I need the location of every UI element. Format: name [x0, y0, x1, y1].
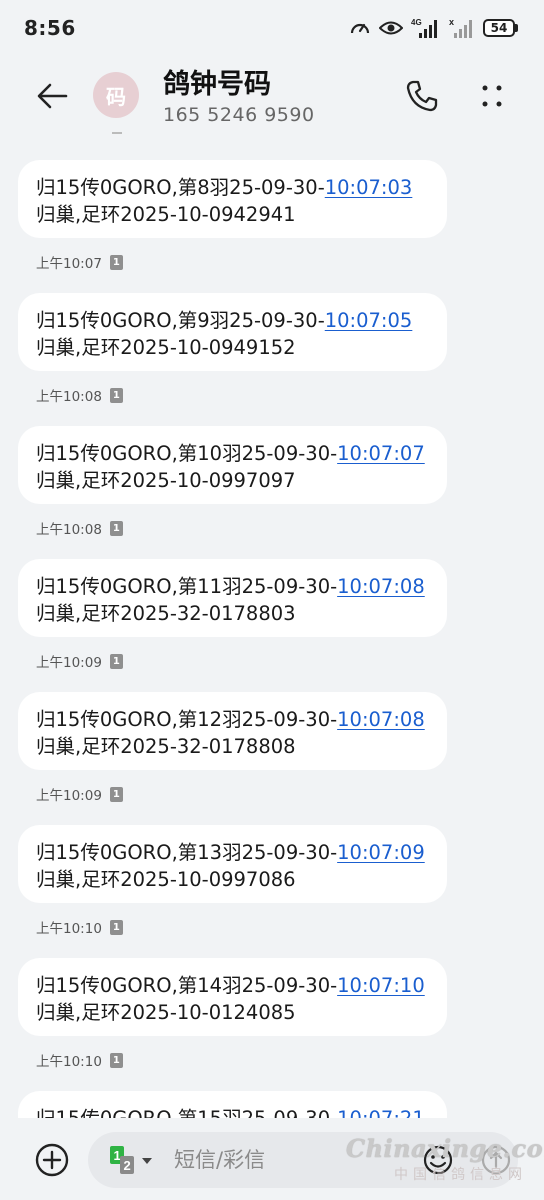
- message-timestamp: 上午10:10: [36, 1054, 102, 1070]
- message-text-line2: 归巢,足环2025-10-0997097: [36, 469, 296, 492]
- avatar[interactable]: 码: [93, 72, 139, 118]
- sim-card-icon: 1: [109, 653, 123, 669]
- eye-icon: [379, 21, 403, 35]
- message-text-line2: 归巢,足环2025-10-0997086: [36, 868, 296, 891]
- message-text: 归15传0GORO,第14羽25-09-30-: [36, 974, 338, 997]
- status-icons: 4G x 54: [349, 17, 518, 39]
- sim-card-icon: 1: [109, 387, 123, 403]
- compose-field[interactable]: 1 2: [88, 1132, 518, 1188]
- status-time: 8:56: [24, 16, 76, 40]
- message-input[interactable]: [174, 1146, 414, 1174]
- message-bubble[interactable]: 归15传0GORO,第10羽25-09-30-10:07:07 归巢,足环2025…: [18, 426, 447, 504]
- time-link[interactable]: 10:07:21: [337, 1107, 425, 1118]
- svg-text:x: x: [449, 17, 454, 27]
- message-text-line2: 归巢,足环2025-10-0942941: [36, 203, 296, 226]
- message-timestamp: 上午10:10: [36, 921, 102, 937]
- emoji-icon[interactable]: [422, 1144, 454, 1176]
- message-bubble[interactable]: 归15传0GORO,第11羽25-09-30-10:07:08 归巢,足环2025…: [18, 559, 447, 637]
- status-bar: 8:56 4G x 54: [0, 0, 544, 56]
- sim-card-icon: 1: [109, 786, 123, 802]
- signal-no-service-icon: x: [449, 17, 472, 38]
- message-timestamp: 上午10:08: [36, 522, 102, 538]
- avatar-indicator: [112, 132, 122, 134]
- time-link[interactable]: 10:07:03: [325, 176, 413, 199]
- message-meta: 上午10:10 1: [36, 917, 123, 937]
- message-bubble[interactable]: 归15传0GORO,第15羽25-09-30-10:07:21: [18, 1091, 447, 1118]
- svg-text:1: 1: [114, 1148, 121, 1163]
- message-item: 归15传0GORO,第10羽25-09-30-10:07:07 归巢,足环2025…: [0, 426, 544, 559]
- message-timestamp: 上午10:09: [36, 655, 102, 671]
- message-timestamp: 上午10:08: [36, 389, 102, 405]
- speedometer-icon: [350, 23, 370, 34]
- more-options-icon[interactable]: [474, 78, 510, 114]
- message-bubble[interactable]: 归15传0GORO,第14羽25-09-30-10:07:10 归巢,足环2025…: [18, 958, 447, 1036]
- message-text-line2: 归巢,足环2025-10-0949152: [36, 336, 296, 359]
- message-item: 归15传0GORO,第13羽25-09-30-10:07:09 归巢,足环2025…: [0, 825, 544, 958]
- time-link[interactable]: 10:07:10: [337, 974, 425, 997]
- message-meta: 上午10:09 1: [36, 651, 123, 671]
- time-link[interactable]: 10:07:08: [337, 708, 425, 731]
- back-arrow-icon[interactable]: [34, 78, 70, 114]
- sim-card-icon: 1: [109, 1052, 123, 1068]
- message-bubble[interactable]: 归15传0GORO,第8羽25-09-30-10:07:03 归巢,足环2025-…: [18, 160, 447, 238]
- conversation-header: 码 鸽钟号码 165 5246 9590: [0, 56, 544, 140]
- sim-card-icon: 1: [109, 919, 123, 935]
- time-link[interactable]: 10:07:07: [337, 442, 425, 465]
- phone-call-icon[interactable]: [404, 78, 440, 114]
- message-timestamp: 上午10:07: [36, 256, 102, 272]
- svg-text:2: 2: [124, 1158, 131, 1173]
- message-item: 归15传0GORO,第11羽25-09-30-10:07:08 归巢,足环2025…: [0, 559, 544, 692]
- message-meta: 上午10:08 1: [36, 518, 123, 538]
- contact-number: 165 5246 9590: [163, 104, 315, 126]
- message-text: 归15传0GORO,第10羽25-09-30-: [36, 442, 338, 465]
- message-item: 归15传0GORO,第15羽25-09-30-10:07:21: [0, 1091, 544, 1118]
- message-meta: 上午10:09 1: [36, 784, 123, 804]
- message-text-line2: 归巢,足环2025-32-0178803: [36, 602, 296, 625]
- message-item: 归15传0GORO,第14羽25-09-30-10:07:10 归巢,足环2025…: [0, 958, 544, 1091]
- message-meta: 上午10:07 1: [36, 252, 123, 272]
- sim-card-icon: 1: [109, 254, 123, 270]
- message-item: 归15传0GORO,第9羽25-09-30-10:07:05 归巢,足环2025-…: [0, 293, 544, 426]
- message-bubble[interactable]: 归15传0GORO,第9羽25-09-30-10:07:05 归巢,足环2025-…: [18, 293, 447, 371]
- signal-4g-icon: 4G: [411, 18, 437, 38]
- add-attachment-icon[interactable]: [34, 1142, 70, 1178]
- message-text-line2: 归巢,足环2025-10-0124085: [36, 1001, 296, 1024]
- message-text: 归15传0GORO,第11羽25-09-30-: [36, 575, 338, 598]
- message-text-line2: 归巢,足环2025-32-0178808: [36, 735, 296, 758]
- message-text: 归15传0GORO,第13羽25-09-30-: [36, 841, 338, 864]
- message-text: 归15传0GORO,第15羽25-09-30-: [36, 1107, 337, 1118]
- battery-level: 54: [483, 19, 515, 37]
- compose-bar: 1 2: [0, 1118, 544, 1200]
- message-timestamp: 上午10:09: [36, 788, 102, 804]
- message-item: 归15传0GORO,第8羽25-09-30-10:07:03 归巢,足环2025-…: [0, 160, 544, 293]
- message-text: 归15传0GORO,第12羽25-09-30-: [36, 708, 338, 731]
- message-thread[interactable]: 归15传0GORO,第8羽25-09-30-10:07:03 归巢,足环2025-…: [0, 140, 544, 1118]
- time-link[interactable]: 10:07:09: [337, 841, 425, 864]
- time-link[interactable]: 10:07:08: [337, 575, 425, 598]
- message-item: 归15传0GORO,第12羽25-09-30-10:07:08 归巢,足环2025…: [0, 692, 544, 825]
- message-text: 归15传0GORO,第9羽25-09-30-: [36, 309, 325, 332]
- message-bubble[interactable]: 归15传0GORO,第12羽25-09-30-10:07:08 归巢,足环2025…: [18, 692, 447, 770]
- message-meta: 上午10:10 1: [36, 1050, 123, 1070]
- message-meta: 上午10:08 1: [36, 385, 123, 405]
- message-bubble[interactable]: 归15传0GORO,第13羽25-09-30-10:07:09 归巢,足环2025…: [18, 825, 447, 903]
- svg-text:4G: 4G: [411, 18, 422, 27]
- sim-card-icon: 1: [109, 520, 123, 536]
- contact-name[interactable]: 鸽钟号码: [163, 62, 271, 101]
- time-link[interactable]: 10:07:05: [325, 309, 413, 332]
- message-text: 归15传0GORO,第8羽25-09-30-: [36, 176, 325, 199]
- battery-icon: 54: [483, 19, 518, 37]
- sim-switch-icon[interactable]: 1 2: [110, 1146, 156, 1176]
- send-icon[interactable]: [480, 1144, 512, 1176]
